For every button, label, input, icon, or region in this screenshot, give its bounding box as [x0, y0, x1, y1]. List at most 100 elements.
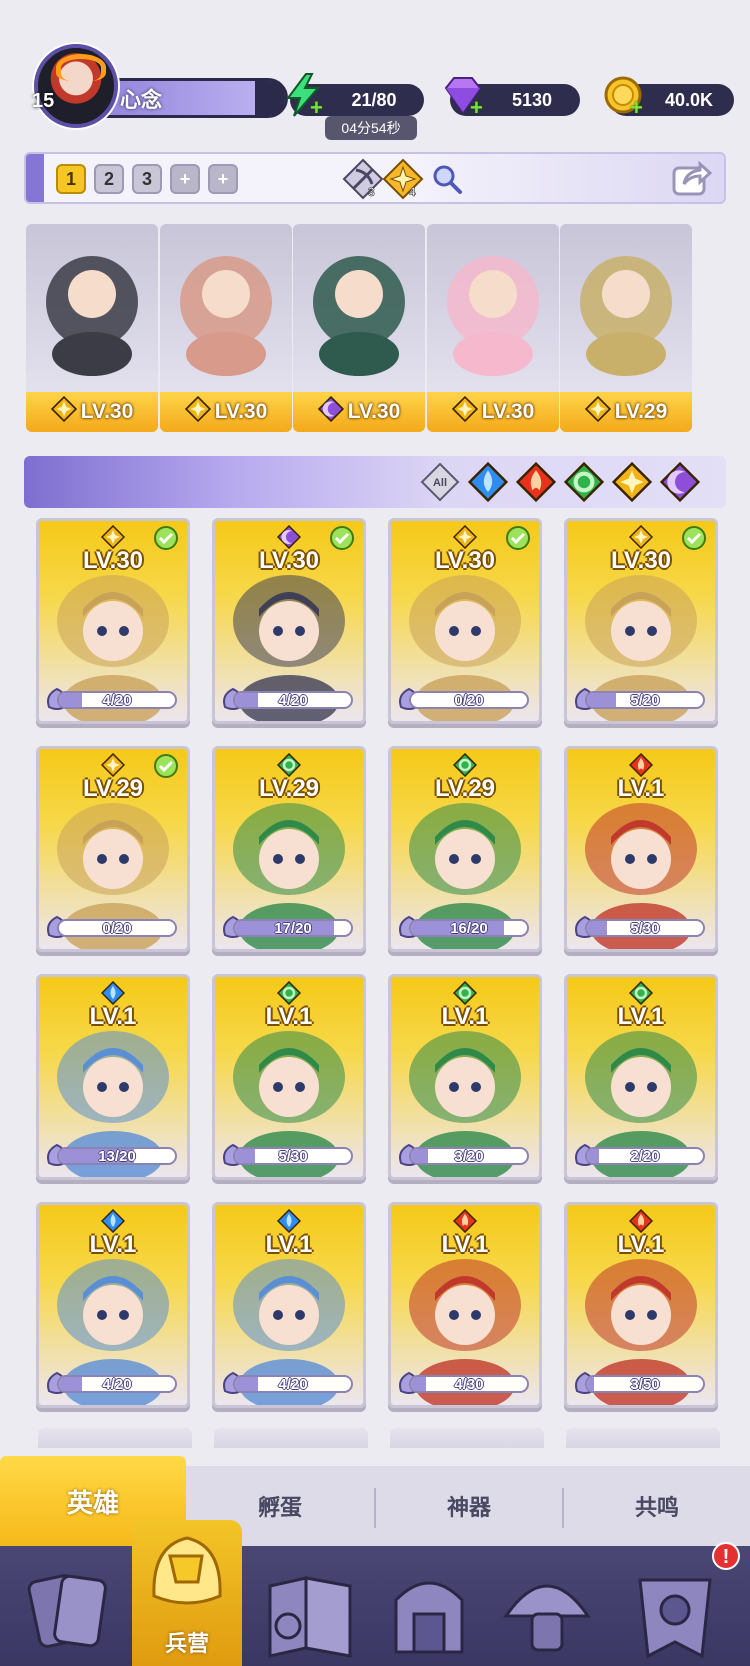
hero-card[interactable]: LV.1 3/50 [564, 1202, 718, 1408]
shard-count: 4/20 [278, 1375, 308, 1393]
mushroom-nav-icon[interactable] [492, 1556, 602, 1666]
shard-count: 4/30 [454, 1375, 484, 1393]
team-hero-level: LV.30 [481, 400, 535, 423]
team-tab-3[interactable]: 3 [132, 164, 162, 194]
gem-value: 5130 [511, 89, 553, 110]
checkmark-icon [681, 525, 707, 551]
shard-progress-bar: 0/20 [57, 919, 177, 937]
team-tab-1[interactable]: 1 [56, 164, 86, 194]
gem-counter[interactable]: + 5130 [444, 77, 580, 119]
hero-card[interactable]: LV.29 0/20 [36, 746, 190, 952]
tab-artifacts[interactable]: 神器 [376, 1466, 562, 1546]
team-hero-card[interactable]: LV.29 [560, 224, 692, 432]
map-book-nav-icon[interactable] [256, 1556, 366, 1666]
top-bar: 15 心念 + 21/80 04分54秒 + 5130 + 40.0K [0, 0, 750, 145]
hero-card[interactable]: LV.1 4/20 [36, 1202, 190, 1408]
water-element-icon [467, 461, 509, 506]
hero-card[interactable]: LV.30 5/20 [564, 518, 718, 724]
hero-card-partial [38, 1428, 192, 1448]
add-energy-icon[interactable]: + [310, 97, 328, 119]
wind-element-icon [276, 980, 302, 1006]
light-element-icon [584, 395, 615, 428]
hero-level: LV.30 [434, 547, 496, 574]
hero-card[interactable]: LV.1 5/30 [212, 974, 366, 1180]
add-gold-icon[interactable]: + [630, 97, 648, 119]
hero-level: LV.1 [89, 1003, 137, 1030]
element-filter-bar: All [24, 456, 726, 508]
helmet-nav-icon [152, 1536, 222, 1605]
fire-element-icon [452, 1208, 478, 1234]
team-hero-level: LV.30 [214, 400, 268, 423]
hero-card[interactable]: LV.30 4/20 [212, 518, 366, 724]
barracks-nav-button[interactable]: 兵营 [132, 1520, 242, 1666]
team-hero-level-plate: LV.29 [560, 392, 692, 432]
hero-card[interactable]: LV.1 4/20 [212, 1202, 366, 1408]
fire-element-icon [515, 461, 557, 506]
hero-level: LV.30 [258, 547, 320, 574]
hero-card[interactable]: LV.30 0/20 [388, 518, 542, 724]
hero-card[interactable]: LV.1 5/30 [564, 746, 718, 952]
team-hero-level-plate: LV.30 [427, 392, 559, 432]
tab-resonance[interactable]: 共鸣 [564, 1466, 750, 1546]
player-profile[interactable]: 15 心念 [26, 40, 288, 128]
filter-wind[interactable] [563, 461, 605, 503]
filter-dark[interactable] [659, 461, 701, 503]
hero-card-partial [390, 1428, 544, 1448]
sub-tab-bar: 英雄 孵蛋 神器 共鸣 [0, 1456, 750, 1546]
team-tab-add-2[interactable]: + [208, 164, 238, 194]
light-element-icon [50, 395, 81, 428]
shard-progress-bar: 5/30 [233, 1147, 353, 1165]
wind-element-icon [563, 461, 605, 506]
hero-card[interactable]: LV.29 17/20 [212, 746, 366, 952]
hero-portrait [180, 256, 272, 376]
hero-card[interactable]: LV.1 3/20 [388, 974, 542, 1180]
hero-portrait [46, 256, 138, 376]
energy-timer: 04分54秒 [325, 116, 417, 140]
team-hero-card[interactable]: LV.30 [427, 224, 559, 432]
filter-all[interactable]: All [420, 462, 460, 502]
shard-count: 0/20 [102, 919, 132, 937]
team-hero-level: LV.29 [614, 400, 668, 423]
add-gems-icon[interactable]: + [470, 97, 488, 119]
dark-element-icon [317, 395, 348, 428]
bow-class-count: 3 [368, 185, 375, 199]
star-class-count: 4 [409, 185, 416, 199]
filter-light[interactable] [611, 461, 653, 503]
team-tab-add-1[interactable]: + [170, 164, 200, 194]
team-hero-card[interactable]: LV.30 [26, 224, 158, 432]
wind-element-icon [452, 980, 478, 1006]
hero-level: LV.1 [441, 1231, 489, 1258]
star-class-icon: 4 [382, 158, 424, 200]
player-level: 15 [32, 90, 55, 112]
shard-progress-bar: 3/50 [585, 1375, 705, 1393]
shard-progress-bar: 4/20 [57, 1375, 177, 1393]
gold-counter[interactable]: + 40.0K [604, 76, 734, 119]
hero-level: LV.1 [617, 1231, 665, 1258]
filter-water[interactable] [467, 461, 509, 503]
filter-fire[interactable] [515, 461, 557, 503]
hero-card[interactable]: LV.30 4/20 [36, 518, 190, 724]
shard-count: 4/20 [102, 1375, 132, 1393]
hero-card[interactable]: LV.1 13/20 [36, 974, 190, 1180]
shard-progress-bar: 4/30 [409, 1375, 529, 1393]
team-tab-2[interactable]: 2 [94, 164, 124, 194]
water-element-icon [100, 980, 126, 1006]
hero-level: LV.30 [610, 547, 672, 574]
wind-element-icon [452, 752, 478, 778]
hero-card[interactable]: LV.1 2/20 [564, 974, 718, 1180]
share-icon[interactable] [670, 158, 714, 198]
energy-counter[interactable]: + 21/80 [286, 73, 424, 119]
team-hero-card[interactable]: LV.30 [293, 224, 425, 432]
cards-nav-icon[interactable] [14, 1556, 124, 1666]
hero-card[interactable]: LV.29 16/20 [388, 746, 542, 952]
shrine-nav-icon[interactable] [374, 1556, 484, 1666]
search-icon[interactable] [430, 162, 464, 196]
banner-nav-icon[interactable] [620, 1556, 730, 1666]
team-bar: 1 2 3 + + 3 4 [24, 152, 726, 204]
light-element-icon [611, 461, 653, 506]
checkmark-icon [505, 525, 531, 551]
water-element-icon [100, 1208, 126, 1234]
hero-card[interactable]: LV.1 4/30 [388, 1202, 542, 1408]
shard-progress-bar: 3/20 [409, 1147, 529, 1165]
team-hero-card[interactable]: LV.30 [160, 224, 292, 432]
